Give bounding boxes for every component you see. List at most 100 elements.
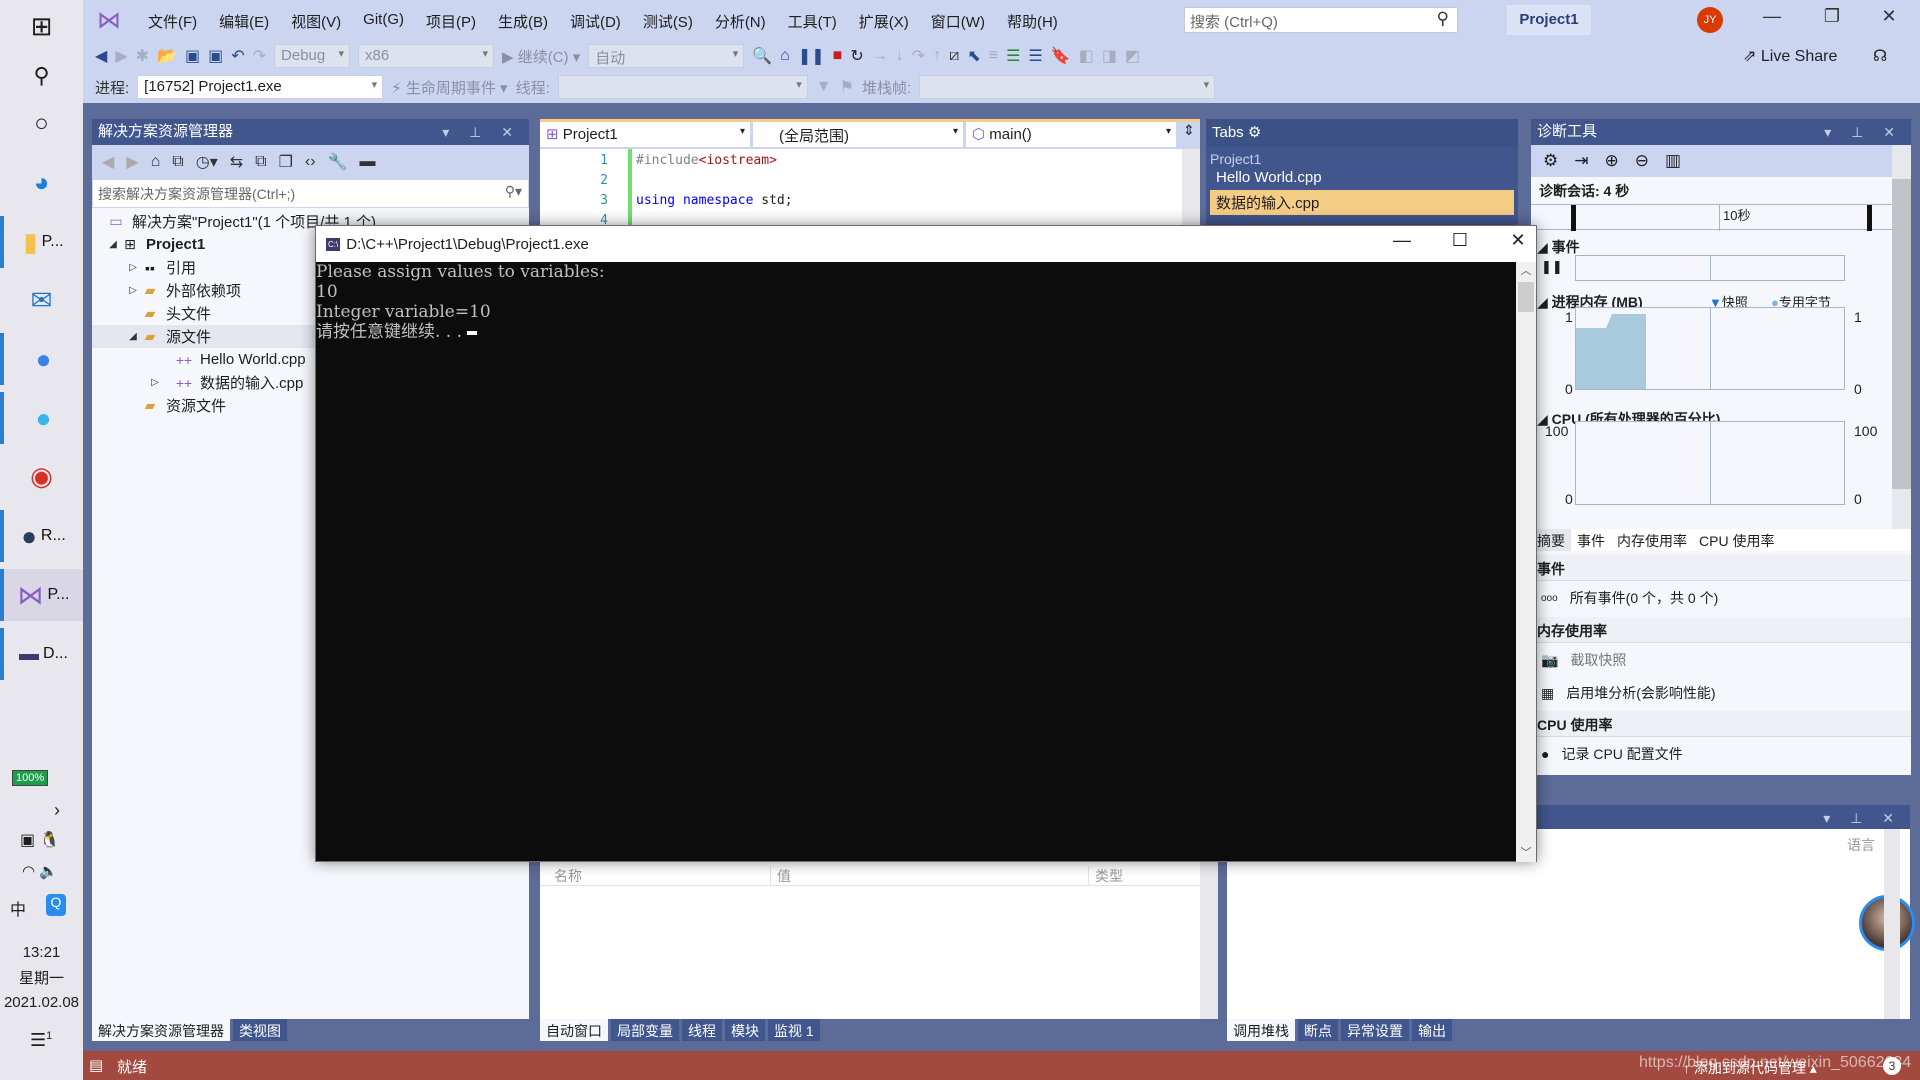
output-icon[interactable]: ▤ [89,1056,103,1074]
chrome-icon[interactable]: ◉ [0,450,83,502]
scrollbar-thumb[interactable] [1518,282,1534,312]
record-cpu-profile-button[interactable]: ● 记录 CPU 配置文件 [1531,739,1911,769]
zoom-in-icon[interactable]: ⊕ [1605,151,1619,171]
application-insights-icon[interactable]: ⌂ [780,47,790,65]
new-item-icon[interactable]: ✱ [136,46,149,66]
flag-icon[interactable]: ⚑ [840,77,854,97]
search-icon[interactable]: ⚲ [0,50,83,102]
code-line[interactable]: 3 using namespace std; [540,190,1180,210]
notification-icon[interactable]: ☰1 [30,1030,52,1051]
menu-edit[interactable]: 编辑(E) [208,9,280,34]
feedback-icon[interactable]: ☊ [1873,46,1887,66]
save-icon[interactable]: ▣ [185,46,200,66]
home-icon[interactable]: ⌂ [151,153,161,171]
l-app-icon[interactable]: ● [0,333,83,385]
filter-icon[interactable]: ▼ [816,78,832,96]
member-dropdown[interactable]: ⬡ main() [966,122,1176,147]
tab-events[interactable]: 事件 [1571,529,1611,551]
clear-bookmarks-icon[interactable]: ◩ [1125,46,1140,66]
collapse-icon[interactable]: ▷ [148,377,162,388]
next-bookmark-icon[interactable]: ◨ [1102,46,1117,66]
clock[interactable]: 13:21 星期一 2021.02.08 [0,944,83,1011]
menu-debug[interactable]: 调试(D) [559,9,632,34]
solution-search-input[interactable]: 搜索解决方案资源管理器(Ctrl+;) ⚲▾ [92,179,529,208]
menu-extensions[interactable]: 扩展(X) [848,9,920,34]
open-file-icon[interactable]: 📂 [157,46,177,66]
taskbar-item-console[interactable]: ▬ D... [0,628,83,680]
configuration-dropdown[interactable]: Debug [274,44,351,68]
gear-icon[interactable]: ⚙ [1248,124,1261,141]
forward-icon[interactable]: ▶ [126,152,138,172]
uncomment-icon[interactable]: ☰ [1028,46,1042,66]
windows-icon[interactable]: ⊞ [0,0,83,52]
tab-summary[interactable]: 摘要 [1531,529,1571,551]
console-scrollbar[interactable]: ︿ ﹀ [1516,262,1536,862]
platform-dropdown[interactable]: x86 [358,44,495,68]
console-close-button[interactable]: ✕ [1498,230,1538,251]
taskbar-item-visual-studio[interactable]: ⋈ P... [0,569,83,621]
select-icon[interactable]: ⬉ [967,46,980,66]
editor-scrollbar[interactable] [1182,149,1200,228]
auto-dropdown[interactable]: 自动 [588,44,745,68]
settings-icon[interactable]: ⚙ [1543,151,1558,171]
lifecycle-events-button[interactable]: ⚡ 生命周期事件 ▾ [391,77,507,98]
tab-cpu-usage[interactable]: CPU 使用率 [1693,529,1780,551]
tab-watch-1[interactable]: 监视 1 [768,1019,820,1041]
edge-icon[interactable]: ◕ [0,156,83,208]
battery-indicator[interactable]: 100% [12,770,49,786]
tab-solution-explorer[interactable]: 解决方案资源管理器 [92,1019,230,1041]
restore-button[interactable]: ❐ [1817,6,1847,27]
taskbar-item-r[interactable]: ● R... [0,510,83,562]
scroll-down-icon[interactable]: ﹀ [1516,844,1536,860]
comment-icon[interactable]: ☰ [1006,46,1020,66]
cortana-icon[interactable]: ○ [0,98,83,150]
taskbar-item-folder[interactable]: ▮ P... [0,216,83,268]
forward-icon[interactable]: ▶ [115,46,127,66]
tray-icons[interactable]: ▣ 🐧 [20,830,59,850]
back-icon[interactable]: ◀ [95,46,107,66]
console-output[interactable]: Please assign values to variables: 10 In… [316,262,1516,862]
tab-memory-usage[interactable]: 内存使用率 [1611,529,1693,551]
format-icon[interactable]: ≡ [989,47,998,65]
prev-bookmark-icon[interactable]: ◧ [1079,46,1094,66]
mail-icon[interactable]: ✉ [0,274,83,326]
panel-controls[interactable]: ▾ ⊥ ✕ [1824,119,1903,145]
restart-icon[interactable]: ↻ [850,46,863,66]
tab-modules[interactable]: 模块 [725,1019,765,1041]
step-into-icon[interactable]: ↓ [896,47,904,65]
hex-display-icon[interactable]: ⧄ [949,47,959,65]
thread-dropdown[interactable] [557,75,808,99]
tab-call-stack[interactable]: 调用堆栈 [1227,1019,1295,1041]
take-snapshot-button[interactable]: 📷 截取快照 [1531,645,1911,675]
tab-exception-settings[interactable]: 异常设置 [1341,1019,1409,1041]
pending-changes-icon[interactable]: ◷▾ [196,152,218,172]
expand-icon[interactable]: ◢ [106,239,120,250]
save-all-icon[interactable]: ▣ [208,46,223,66]
tab-autos[interactable]: 自动窗口 [540,1019,608,1041]
menu-test[interactable]: 测试(S) [632,9,704,34]
tab-file-data-input[interactable]: 数据的输入.cpp [1210,190,1514,215]
menu-file[interactable]: 文件(F) [137,9,208,34]
menu-analyze[interactable]: 分析(N) [704,9,777,34]
bookmark-icon[interactable]: 🔖 [1051,46,1071,66]
console-maximize-button[interactable]: ☐ [1440,230,1480,251]
process-dropdown[interactable]: [16752] Project1.exe [137,75,384,99]
call-stack-scrollbar[interactable] [1884,829,1900,1019]
switch-views-icon[interactable]: ⧉ [172,153,183,171]
notifications-badge[interactable]: 3 [1883,1057,1901,1075]
volume-icon[interactable]: 🔈 [39,863,58,880]
collapse-icon[interactable]: ▷ [126,262,140,273]
e-app-icon[interactable]: ● [0,392,83,444]
menu-help[interactable]: 帮助(H) [996,9,1069,34]
chevron-right-icon[interactable]: › [54,800,60,821]
column-value[interactable]: 值 [770,866,791,886]
column-language[interactable]: 语言 [1847,835,1875,855]
close-button[interactable]: ✕ [1874,6,1904,27]
continue-button[interactable]: ▶ 继续(C) ▾ [502,46,580,67]
live-share-button[interactable]: ⇗ Live Share [1743,46,1837,66]
tab-file-hello-world[interactable]: Hello World.cpp [1206,167,1518,188]
tab-output[interactable]: 输出 [1412,1019,1452,1041]
find-in-files-icon[interactable]: 🔍 [752,46,772,66]
panel-controls[interactable]: ▾ ⊥ ✕ [442,119,521,145]
minimize-button[interactable]: — [1757,6,1787,27]
